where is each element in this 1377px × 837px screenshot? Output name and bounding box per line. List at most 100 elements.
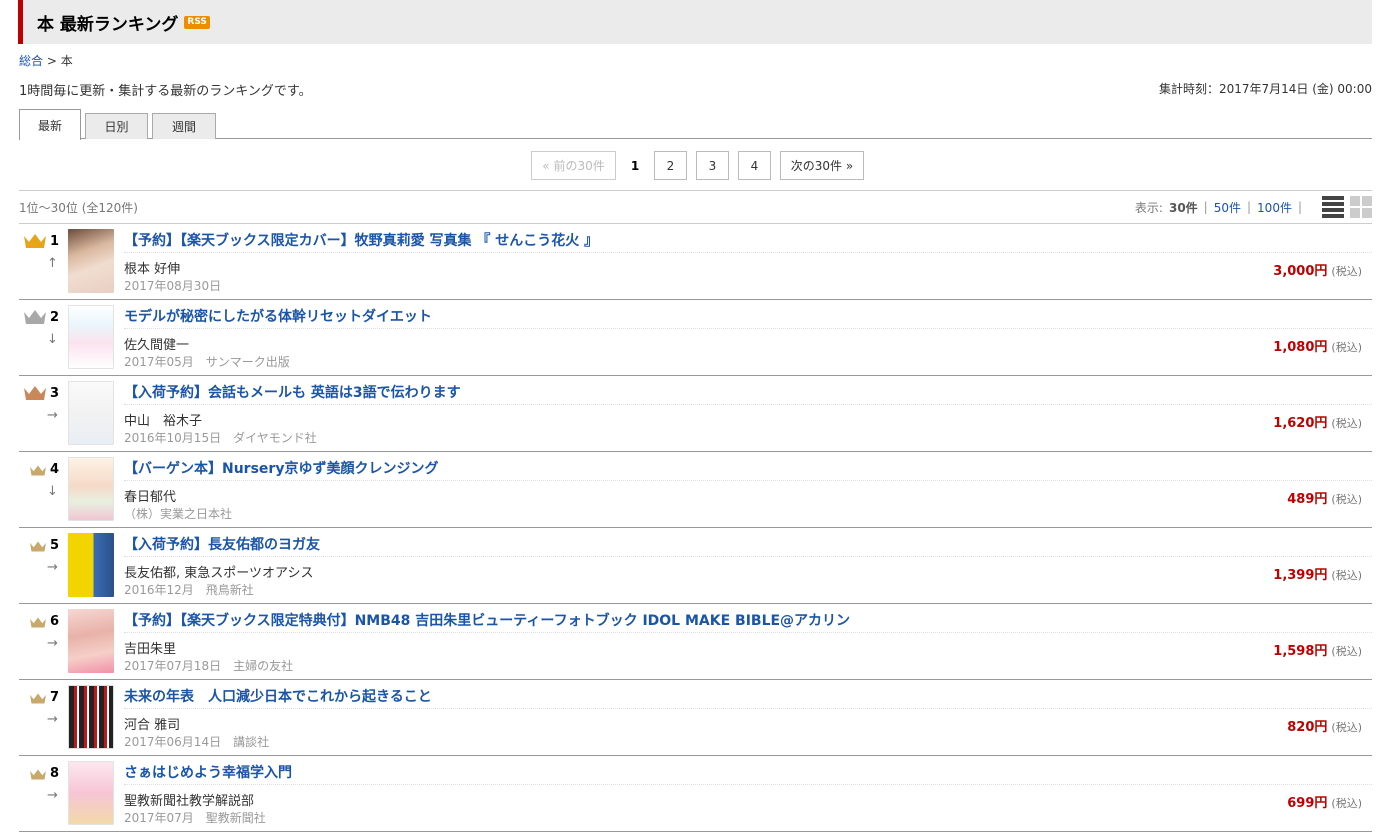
ranking-tabs: 最新 日別 週間 bbox=[19, 109, 1372, 140]
prev-page-button: « 前の30件 bbox=[531, 151, 616, 180]
tab-daily[interactable]: 日別 bbox=[85, 113, 148, 139]
item-title-link[interactable]: 未来の年表 人口減少日本でこれから起きること bbox=[124, 686, 432, 706]
item-meta: 2017年07月18日 主婦の友社 bbox=[124, 659, 294, 673]
trend-flat-icon: → bbox=[47, 408, 58, 423]
next-page-button[interactable]: 次の30件 » bbox=[780, 151, 864, 180]
item-title-link[interactable]: 【バーゲン本】Nursery京ゆず美顔クレンジング bbox=[124, 458, 438, 478]
item-title-link[interactable]: モデルが秘密にしたがる体幹リセットダイエット bbox=[124, 306, 432, 326]
item-title-link[interactable]: 【入荷予約】会話もメールも 英語は3語で伝わります bbox=[124, 382, 461, 402]
item-price: 1,399円 (税込) bbox=[1273, 568, 1362, 583]
item-price: 699円 (税込) bbox=[1287, 796, 1362, 811]
item-price: 820円 (税込) bbox=[1287, 720, 1362, 735]
range-bar: 1位～30位 (全120件) 表示: 30件 | 50件 | 100件 | bbox=[19, 190, 1372, 224]
breadcrumb-current: 本 bbox=[60, 54, 73, 68]
ranking-row: 5 → 【入荷予約】長友佑都のヨガ友 長友佑都, 東急スポーツオアシス 2016… bbox=[19, 528, 1372, 604]
crown-gold-icon bbox=[24, 234, 46, 248]
book-cover-thumbnail[interactable] bbox=[68, 609, 114, 673]
rank-number: 6 bbox=[50, 614, 60, 629]
item-title-link[interactable]: 【予約】【楽天ブックス限定カバー】牧野真莉愛 写真集 『 せんこう花火 』 bbox=[124, 230, 598, 250]
rank-number: 4 bbox=[50, 462, 60, 477]
item-author: 長友佑都, 東急スポーツオアシス bbox=[124, 566, 314, 581]
crown-icon bbox=[30, 541, 46, 552]
page-1: 1 bbox=[625, 151, 645, 180]
trend-up-icon: ↑ bbox=[47, 256, 58, 271]
item-title-link[interactable]: 【入荷予約】長友佑都のヨガ友 bbox=[124, 534, 320, 554]
trend-flat-icon: → bbox=[47, 560, 58, 575]
item-price: 1,080円 (税込) bbox=[1273, 340, 1362, 355]
display-option-50[interactable]: 50件 bbox=[1214, 199, 1241, 216]
ranking-row: 3 → 【入荷予約】会話もメールも 英語は3語で伝わります 中山 裕木子 201… bbox=[19, 376, 1372, 452]
crown-icon bbox=[30, 693, 46, 704]
tally-time: 集計時刻：2017年7月14日 (金) 00:00 bbox=[1158, 82, 1372, 96]
breadcrumb-separator: > bbox=[46, 54, 57, 68]
display-label: 表示: bbox=[1134, 200, 1163, 215]
ranking-row: 8 → さぁはじめよう幸福学入門 聖教新聞社教学解説部 2017年07月 聖教新… bbox=[19, 756, 1372, 832]
book-cover-thumbnail[interactable] bbox=[68, 229, 114, 293]
display-option-30: 30件 bbox=[1168, 200, 1198, 215]
book-cover-thumbnail[interactable] bbox=[68, 761, 114, 825]
book-cover-thumbnail[interactable] bbox=[68, 457, 114, 521]
item-price: 3,000円 (税込) bbox=[1273, 264, 1362, 279]
ranking-row: 4 ↓ 【バーゲン本】Nursery京ゆず美顔クレンジング 春日郁代 （株）実業… bbox=[19, 452, 1372, 528]
rank-number: 5 bbox=[50, 538, 60, 553]
rank-number: 1 bbox=[50, 234, 60, 249]
ranking-row: 1 ↑ 【予約】【楽天ブックス限定カバー】牧野真莉愛 写真集 『 せんこう花火 … bbox=[19, 224, 1372, 300]
page-3-link[interactable]: 3 bbox=[696, 151, 729, 180]
item-price: 489円 (税込) bbox=[1287, 492, 1362, 507]
book-cover-thumbnail[interactable] bbox=[68, 533, 114, 597]
rank-number: 2 bbox=[50, 310, 60, 325]
book-cover-thumbnail[interactable] bbox=[68, 685, 114, 749]
book-cover-thumbnail[interactable] bbox=[68, 305, 114, 369]
ranking-list: 1 ↑ 【予約】【楽天ブックス限定カバー】牧野真莉愛 写真集 『 せんこう花火 … bbox=[19, 224, 1372, 832]
breadcrumb: 総合 > 本 bbox=[19, 52, 73, 69]
trend-down-icon: ↓ bbox=[47, 484, 58, 499]
crown-icon bbox=[30, 769, 46, 780]
page-header: 本 最新ランキング RSS bbox=[18, 0, 1372, 44]
list-view-icon[interactable] bbox=[1322, 196, 1344, 218]
tab-weekly[interactable]: 週間 bbox=[152, 113, 216, 139]
page-4-link[interactable]: 4 bbox=[738, 151, 771, 180]
crown-icon bbox=[30, 465, 46, 476]
ranking-row: 2 ↓ モデルが秘密にしたがる体幹リセットダイエット 佐久間健一 2017年05… bbox=[19, 300, 1372, 376]
crown-bronze-icon bbox=[24, 386, 46, 400]
item-meta: 2016年10月15日 ダイヤモンド社 bbox=[124, 431, 317, 445]
item-author: 聖教新聞社教学解説部 bbox=[124, 794, 255, 809]
item-author: 中山 裕木子 bbox=[124, 414, 203, 429]
rank-number: 7 bbox=[50, 690, 60, 705]
crown-silver-icon bbox=[24, 310, 46, 324]
breadcrumb-home-link[interactable]: 総合 bbox=[19, 54, 43, 68]
rank-number: 8 bbox=[50, 766, 60, 781]
item-meta: 2016年12月 飛鳥新社 bbox=[124, 583, 254, 597]
item-author: 春日郁代 bbox=[124, 490, 177, 505]
item-meta: 2017年07月 聖教新聞社 bbox=[124, 811, 266, 825]
grid-view-icon[interactable] bbox=[1350, 196, 1372, 218]
rss-icon[interactable]: RSS bbox=[184, 15, 210, 29]
trend-flat-icon: → bbox=[47, 636, 58, 651]
display-option-100[interactable]: 100件 bbox=[1257, 199, 1292, 216]
item-meta: 2017年08月30日 bbox=[124, 279, 222, 293]
ranking-row: 6 → 【予約】【楽天ブックス限定特典付】NMB48 吉田朱里ビューティーフォト… bbox=[19, 604, 1372, 680]
item-meta: （株）実業之日本社 bbox=[124, 507, 233, 521]
ranking-row: 7 → 未来の年表 人口減少日本でこれから起きること 河合 雅司 2017年06… bbox=[19, 680, 1372, 756]
item-meta: 2017年05月 サンマーク出版 bbox=[124, 355, 290, 369]
trend-flat-icon: → bbox=[47, 712, 58, 727]
item-author: 佐久間健一 bbox=[124, 338, 190, 353]
range-text: 1位～30位 (全120件) bbox=[19, 200, 138, 215]
trend-flat-icon: → bbox=[47, 788, 58, 803]
item-meta: 2017年06月14日 講談社 bbox=[124, 735, 270, 749]
pagination: « 前の30件 1 2 3 4 次の30件 » bbox=[531, 151, 873, 180]
item-price: 1,598円 (税込) bbox=[1273, 644, 1362, 659]
page-2-link[interactable]: 2 bbox=[654, 151, 687, 180]
item-price: 1,620円 (税込) bbox=[1273, 416, 1362, 431]
book-cover-thumbnail[interactable] bbox=[68, 381, 114, 445]
item-title-link[interactable]: 【予約】【楽天ブックス限定特典付】NMB48 吉田朱里ビューティーフォトブック … bbox=[124, 610, 850, 630]
item-author: 吉田朱里 bbox=[124, 642, 177, 657]
item-author: 根本 好伸 bbox=[124, 262, 181, 277]
page-title: 本 最新ランキング bbox=[37, 14, 179, 35]
item-title-link[interactable]: さぁはじめよう幸福学入門 bbox=[124, 762, 292, 782]
item-author: 河合 雅司 bbox=[124, 718, 181, 733]
tab-latest[interactable]: 最新 bbox=[19, 109, 81, 140]
trend-down-icon: ↓ bbox=[47, 332, 58, 347]
ranking-description: 1時間毎に更新・集計する最新のランキングです。 bbox=[19, 84, 312, 99]
rank-number: 3 bbox=[50, 386, 60, 401]
